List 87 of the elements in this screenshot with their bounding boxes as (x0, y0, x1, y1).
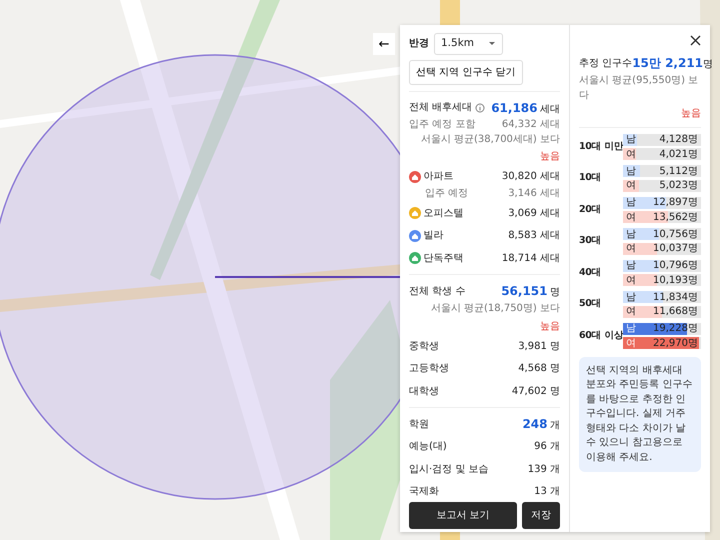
close-button[interactable] (690, 33, 701, 48)
student-value: 3,981 명 (518, 340, 560, 354)
population-value: 10,193명 (653, 274, 698, 288)
radius-label: 반경 (409, 37, 429, 52)
academy-value: 96 개 (534, 440, 560, 454)
save-button[interactable]: 저장 (522, 502, 560, 529)
female-label: 여 (626, 242, 636, 256)
students-title: 전체 학생 수 (409, 284, 466, 299)
academies-unit: 개 (550, 419, 560, 434)
male-label: 남 (626, 228, 636, 242)
male-label: 남 (626, 133, 636, 147)
households-total: 61,186 (491, 100, 538, 117)
households-comparison: 서울시 평균(38,700세대) 보다 (420, 132, 560, 147)
population-value: 4,021명 (659, 148, 698, 162)
female-label: 여 (626, 336, 636, 350)
female-label: 여 (626, 179, 636, 193)
close-area-button[interactable]: 선택 지역 인구수 닫기 (409, 60, 523, 85)
households-high-tag: 높음 (540, 149, 560, 164)
type-label: 빌라 (424, 229, 444, 244)
sub-label: 입주 예정 (425, 187, 468, 202)
population-value: 5,023명 (659, 179, 698, 193)
population-value: 13,562명 (653, 210, 698, 224)
info-note: 선택 지역의 배후세대 분포와 주민등록 인구수를 바탕으로 추정한 인구수입니다. 실제 거주 형태와 다소 차이가 날 수 있으니 참고용으로 이용해 주세요. (579, 356, 701, 472)
age-label: 20대 (579, 202, 602, 217)
population-high-tag: 높음 (681, 106, 701, 120)
students-high-tag: 높음 (540, 318, 560, 334)
type-label: 오피스텔 (424, 206, 464, 221)
population-value: 4,128명 (659, 133, 698, 147)
households-title: 전체 배후세대 (409, 101, 472, 116)
age-label: 30대 (579, 234, 602, 248)
population-unit: 명 (703, 58, 714, 72)
population-value: 11,668명 (653, 305, 698, 319)
academy-label: 입시·검정 및 보습 (409, 462, 489, 477)
age-label: 40대 (579, 266, 602, 280)
back-button[interactable]: ← (373, 33, 395, 55)
student-value: 47,602 명 (512, 384, 560, 399)
population-value: 12,897명 (653, 196, 698, 210)
population-title: 추정 인구수 (579, 56, 632, 70)
male-label: 남 (626, 164, 636, 178)
male-label: 남 (626, 290, 636, 304)
type-value: 3,069 세대 (508, 206, 560, 221)
population-value: 22,970명 (653, 336, 698, 350)
caret-icon (488, 40, 496, 48)
female-label: 여 (626, 148, 636, 162)
population-value: 11,834명 (653, 290, 698, 304)
academy-value: 139 개 (528, 462, 560, 477)
student-label: 고등학생 (409, 362, 449, 376)
type-label: 단독주택 (424, 252, 464, 266)
student-label: 중학생 (409, 340, 439, 354)
male-label: 남 (626, 259, 636, 273)
academy-label: 국제화 (409, 485, 439, 500)
type-value: 30,820 세대 (502, 170, 560, 184)
close-icon (690, 34, 701, 46)
male-label: 남 (626, 322, 636, 336)
age-label: 10대 미만 (579, 140, 623, 154)
radius-select[interactable]: 1.5km (434, 33, 504, 55)
report-button[interactable]: 보고서 보기 (409, 502, 517, 529)
population-value: 10,037명 (653, 242, 698, 256)
age-label: 50대 (579, 297, 602, 312)
age-label: 10대 (579, 171, 602, 186)
sub-value: 64,332 세대 (502, 118, 560, 132)
population-comparison: 서울시 평균(95,550명) 보다 (579, 74, 700, 103)
type-value: 8,583 세대 (508, 229, 560, 244)
students-comparison: 서울시 평균(18,750명) 보다 (430, 302, 560, 316)
population-total: 15만 2,211 (632, 55, 704, 72)
male-label: 남 (626, 196, 636, 210)
academies-title: 학원 (409, 418, 429, 432)
students-total: 56,151 (501, 283, 548, 300)
sub-label: 입주 예정 포함 (409, 118, 476, 132)
age-label: 60대 이상 (579, 328, 623, 343)
households-unit: 세대 (540, 102, 560, 117)
students-unit: 명 (550, 286, 560, 300)
academies-total: 248 (522, 416, 548, 434)
population-value: 10,796명 (653, 259, 698, 273)
female-label: 여 (626, 210, 636, 224)
student-value: 4,568 명 (518, 362, 560, 376)
female-label: 여 (626, 305, 636, 319)
academy-value: 13 개 (534, 485, 560, 500)
population-value: 5,112명 (659, 164, 698, 178)
sub-value: 3,146 세대 (508, 187, 560, 202)
student-label: 대학생 (409, 384, 439, 399)
info-icon (474, 102, 485, 113)
female-label: 여 (626, 274, 636, 288)
type-label: 아파트 (424, 170, 454, 184)
academy-label: 예능(대) (409, 440, 447, 454)
type-value: 18,714 세대 (502, 252, 560, 266)
population-value: 10,756명 (653, 228, 698, 242)
